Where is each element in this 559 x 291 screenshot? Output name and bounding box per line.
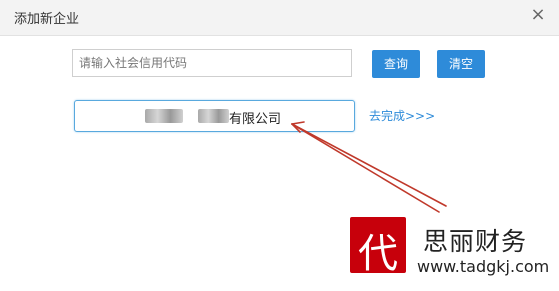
watermark-brand: 思丽财务 (423, 227, 528, 256)
watermark-stamp: 代 (350, 217, 406, 277)
watermark-url: www.tadgkj.com (417, 257, 550, 276)
watermark-stamp-char: 代 (358, 231, 398, 277)
